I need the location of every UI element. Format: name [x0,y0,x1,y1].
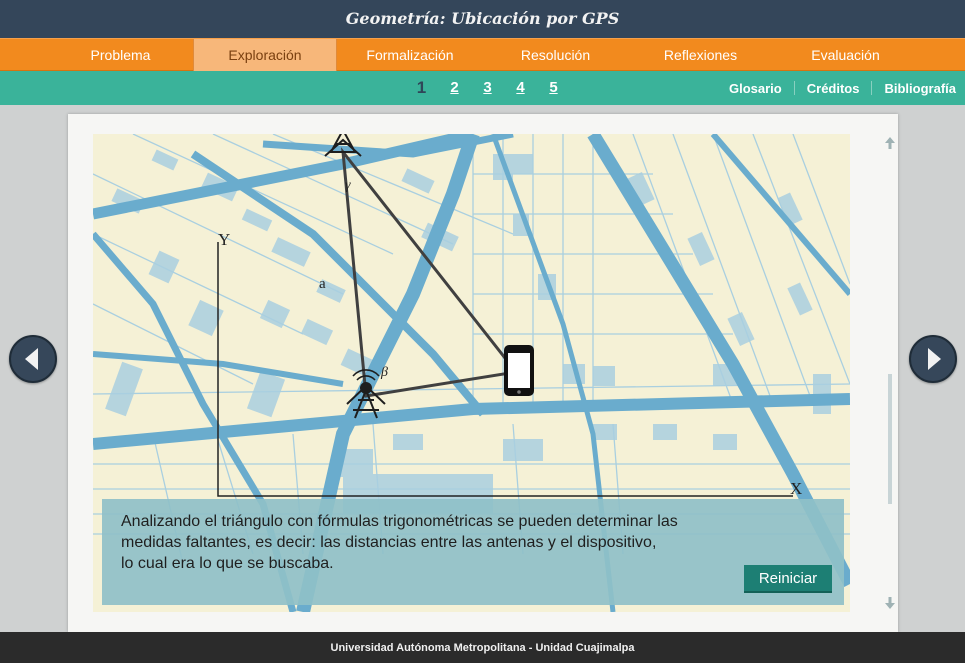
smartphone-icon [504,345,534,396]
explanation-line-1: Analizando el triángulo con fórmulas tri… [121,513,678,530]
angle-beta-label: β [380,365,388,380]
arrow-left-icon [25,348,38,370]
link-glosario[interactable]: Glosario [717,81,794,96]
app-title: Geometría: Ubicación por GPS [0,0,965,38]
axis-y-label: Y [218,230,230,249]
link-creditos[interactable]: Créditos [795,81,872,96]
page-4[interactable]: 4 [504,71,537,105]
page-3[interactable]: 3 [471,71,504,105]
page-2[interactable]: 2 [438,71,471,105]
tab-exploracion[interactable]: Exploración [193,39,337,71]
page-5[interactable]: 5 [537,71,570,105]
tab-evaluacion[interactable]: Evaluación [773,39,918,71]
previous-button[interactable] [9,335,57,383]
footer-text: Universidad Autónoma Metropolitana - Uni… [0,632,965,663]
reset-button[interactable]: Reiniciar [744,565,832,593]
axis-x-label: X [790,479,802,498]
extra-links: Glosario Créditos Bibliografía [717,71,956,105]
next-button[interactable] [909,335,957,383]
tab-reflexiones[interactable]: Reflexiones [628,39,773,71]
tab-resolucion[interactable]: Resolución [483,39,628,71]
explanation-line-3: lo cual era lo que se buscaba. [121,555,334,572]
tab-problema[interactable]: Problema [48,39,193,71]
explanation-box: Analizando el triángulo con fórmulas tri… [102,499,844,605]
explanation-line-2: medidas faltantes, es decir: las distanc… [121,534,657,551]
page-selector: 1 2 3 4 5 [405,71,570,105]
sub-nav: 1 2 3 4 5 Glosario Créditos Bibliografía [0,71,965,105]
explanation-text: Analizando el triángulo con fórmulas tri… [121,511,761,574]
tab-formalizacion[interactable]: Formalización [337,39,483,71]
scrollbar-thumb[interactable] [888,374,892,504]
scroll-down-icon[interactable] [884,596,896,610]
arrow-right-icon [928,348,941,370]
side-a-label: a [319,276,326,292]
page-1[interactable]: 1 [405,71,438,105]
main-nav: Problema Exploración Formalización Resol… [0,38,965,71]
link-bibliografia[interactable]: Bibliografía [872,81,956,96]
scroll-up-icon[interactable] [884,136,896,150]
angle-gamma-label: γ [345,178,351,193]
